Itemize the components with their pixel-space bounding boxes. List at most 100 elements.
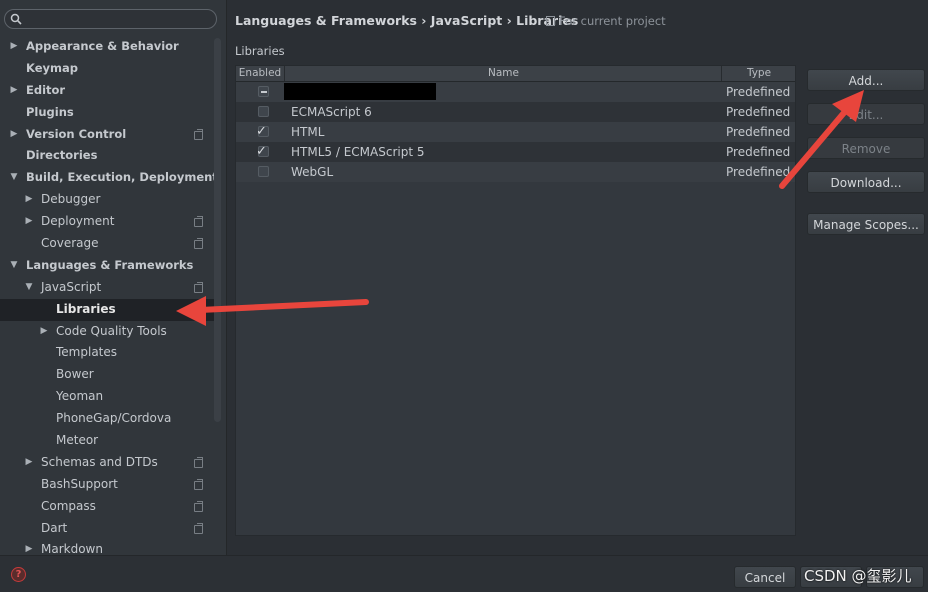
column-name[interactable]: Name [284,66,722,81]
sidebar-item-javascript[interactable]: ▼ JavaScript [0,277,216,299]
help-icon[interactable]: ? [11,567,26,582]
chevron-right-icon[interactable]: ▶ [24,189,34,211]
library-type: Predefined [726,105,791,119]
chevron-down-icon[interactable]: ▼ [9,167,19,189]
libraries-panel: Languages & Frameworks › JavaScript › Li… [227,0,928,555]
sidebar-item-label: Version Control [26,126,127,141]
manage-scopes-button[interactable]: Manage Scopes... [807,213,925,235]
sidebar-item-label: Keymap [26,60,78,75]
sidebar-item-label: Build, Execution, Deployment [26,170,218,185]
chevron-right-icon[interactable]: ▶ [24,211,34,233]
project-scope-icon [194,128,203,140]
library-type: Predefined [726,145,791,159]
partial-check-icon [261,91,267,93]
sidebar-item-label: Bower [56,367,94,382]
sidebar-item-directories[interactable]: Directories [0,145,216,167]
sidebar-item-appearance-behavior[interactable]: ▶ Appearance & Behavior [0,36,216,58]
sidebar-item-label: PhoneGap/Cordova [56,411,172,426]
add-button[interactable]: Add... [807,69,925,91]
sidebar-item-debugger[interactable]: ▶ Debugger [0,189,216,211]
table-row[interactable]: ✓ HTML Predefined [236,122,795,142]
project-scope-icon [194,238,203,250]
chevron-down-icon[interactable]: ▼ [24,277,34,299]
sidebar-item-deployment[interactable]: ▶ Deployment [0,211,216,233]
sidebar-item-version-control[interactable]: ▶ Version Control [0,124,216,146]
library-name: HTML [291,125,325,139]
sidebar-item-coverage[interactable]: Coverage [0,233,216,255]
libraries-table: Enabled Name Type Predefined ECMAScript 6… [235,65,796,536]
sidebar-item-label: Languages & Frameworks [26,257,194,272]
project-scope-icon [194,478,203,490]
settings-tree: ▶ Appearance & Behavior Keymap ▶ Editor Plugi… [0,36,218,561]
sidebar-item-label: Editor [26,82,66,97]
sidebar-item-yeoman[interactable]: Yeoman [0,386,216,408]
search-icon [10,13,22,25]
sidebar-item-plugins[interactable]: Plugins [0,102,216,124]
table-row[interactable]: ✓ HTML5 / ECMAScript 5 Predefined [236,142,795,162]
table-row[interactable]: Predefined [236,82,795,102]
sidebar-item-languages-frameworks[interactable]: ▼ Languages & Frameworks [0,255,216,277]
table-row[interactable]: WebGL Predefined [236,162,795,182]
project-scope-icon [194,522,203,534]
sidebar-item-code-quality-tools[interactable]: ▶ Code Quality Tools [0,321,216,343]
sidebar-item-label: Schemas and DTDs [41,454,158,469]
dialog-footer: ? Cancel CSDN @玺影儿 [0,555,928,592]
download-button[interactable]: Download... [807,171,925,193]
sidebar-item-label: Appearance & Behavior [26,39,179,53]
chevron-right-icon[interactable]: ▶ [39,321,49,343]
sidebar-item-label: Directories [26,148,98,163]
sidebar-scrollbar[interactable] [214,38,221,422]
chevron-down-icon[interactable]: ▼ [9,255,19,277]
library-type: Predefined [726,125,791,139]
sidebar-item-label: Debugger [41,192,101,207]
redacted-name [284,83,436,100]
column-enabled[interactable]: Enabled [236,66,284,81]
project-scope-icon [194,456,203,468]
sidebar-item-compass[interactable]: Compass [0,496,216,518]
edit-button[interactable]: Edit... [807,103,925,125]
library-type: Predefined [726,85,791,99]
enabled-checkbox[interactable] [258,106,269,117]
sidebar-item-label: Deployment [41,214,115,229]
library-name: ECMAScript 6 [291,105,372,119]
library-type: Predefined [726,165,791,179]
sidebar-item-libraries[interactable]: Libraries [0,298,216,321]
search-input[interactable] [4,9,217,29]
sidebar-item-label: Yeoman [56,389,104,404]
settings-sidebar: ▶ Appearance & Behavior Keymap ▶ Editor Plugi… [0,0,227,556]
remove-button[interactable]: Remove [807,137,925,159]
sidebar-item-label: Plugins [26,104,74,119]
sidebar-item-dart[interactable]: Dart [0,518,216,540]
enabled-checkbox[interactable] [258,166,269,177]
cancel-button[interactable]: Cancel [734,566,796,588]
project-scope-icon [194,216,203,228]
table-row[interactable]: ECMAScript 6 Predefined [236,102,795,122]
checkmark-icon: ✓ [256,144,267,159]
sidebar-item-keymap[interactable]: Keymap [0,58,216,80]
project-scope-icon [194,281,203,293]
chevron-right-icon[interactable]: ▶ [9,124,19,146]
chevron-right-icon[interactable]: ▶ [9,80,19,102]
sidebar-item-build-execution-deployment[interactable]: ▼ Build, Execution, Deployment [0,167,218,189]
sidebar-item-meteor[interactable]: Meteor [0,430,216,452]
checkmark-icon: ✓ [256,124,267,139]
scope-note: For current project [546,14,666,28]
section-label: Libraries [235,44,285,58]
watermark: CSDN @玺影儿 [804,567,912,585]
sidebar-item-label: Libraries [56,301,116,316]
column-type[interactable]: Type [721,66,796,81]
sidebar-item-templates[interactable]: Templates [0,342,216,364]
breadcrumb: Languages & Frameworks › JavaScript › Li… [235,13,579,28]
project-scope-icon [194,500,203,512]
sidebar-item-label: Dart [41,520,68,535]
sidebar-item-editor[interactable]: ▶ Editor [0,80,216,102]
scope-note-text: For current project [559,14,666,28]
sidebar-item-bower[interactable]: Bower [0,364,216,386]
sidebar-item-bashsupport[interactable]: BashSupport [0,474,216,496]
sidebar-item-label: JavaScript [41,279,102,294]
sidebar-item-schemas-and-dtds[interactable]: ▶ Schemas and DTDs [0,452,216,474]
sidebar-item-phonegap-cordova[interactable]: PhoneGap/Cordova [0,408,216,430]
sidebar-item-label: BashSupport [41,476,118,491]
chevron-right-icon[interactable]: ▶ [9,36,19,58]
chevron-right-icon[interactable]: ▶ [24,452,34,474]
